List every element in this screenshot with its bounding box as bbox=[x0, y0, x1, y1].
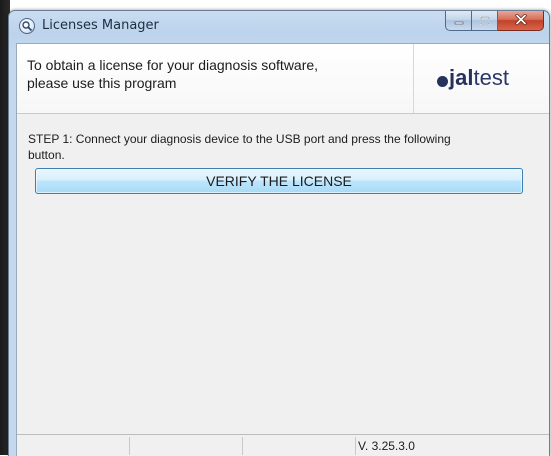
header-text-line-1: To obtain a license for your diagnosis s… bbox=[27, 57, 319, 73]
step-1-instructions: STEP 1: Connect your diagnosis device to… bbox=[28, 131, 528, 163]
verify-license-button[interactable]: VERIFY THE LICENSE bbox=[35, 168, 523, 194]
caption-buttons bbox=[445, 11, 544, 32]
header-panel: To obtain a license for your diagnosis s… bbox=[17, 44, 549, 114]
header-description: To obtain a license for your diagnosis s… bbox=[27, 56, 387, 92]
logo-wordmark: jaltest bbox=[449, 65, 509, 91]
maximize-icon bbox=[479, 12, 490, 30]
title-bar[interactable]: Licenses Manager bbox=[9, 11, 549, 42]
logo-light-part: test bbox=[473, 65, 509, 90]
magnifier-app-icon[interactable] bbox=[19, 18, 35, 34]
logo-dot-icon bbox=[437, 75, 448, 87]
logo-bold-part: jal bbox=[449, 65, 474, 90]
window-title: Licenses Manager bbox=[42, 18, 159, 33]
minimize-button[interactable] bbox=[445, 11, 472, 31]
close-button[interactable] bbox=[498, 11, 544, 31]
step-text-line-2: button. bbox=[28, 148, 65, 162]
version-label: V. 3.25.3.0 bbox=[358, 439, 415, 453]
step-text-line-1: STEP 1: Connect your diagnosis device to… bbox=[28, 132, 451, 146]
window-client-area: To obtain a license for your diagnosis s… bbox=[16, 43, 549, 456]
status-panel-1 bbox=[17, 437, 130, 455]
close-icon bbox=[514, 12, 527, 30]
licenses-manager-window: Licenses Manager To obtain a license for… bbox=[8, 10, 550, 456]
jaltest-logo: jaltest bbox=[437, 63, 509, 93]
header-text-line-2: please use this program bbox=[27, 75, 177, 91]
status-panel-2 bbox=[130, 437, 243, 455]
header-divider bbox=[413, 44, 414, 113]
maximize-button[interactable] bbox=[472, 11, 498, 31]
status-bar: V. 3.25.3.0 bbox=[17, 434, 549, 456]
minimize-icon bbox=[454, 12, 464, 30]
